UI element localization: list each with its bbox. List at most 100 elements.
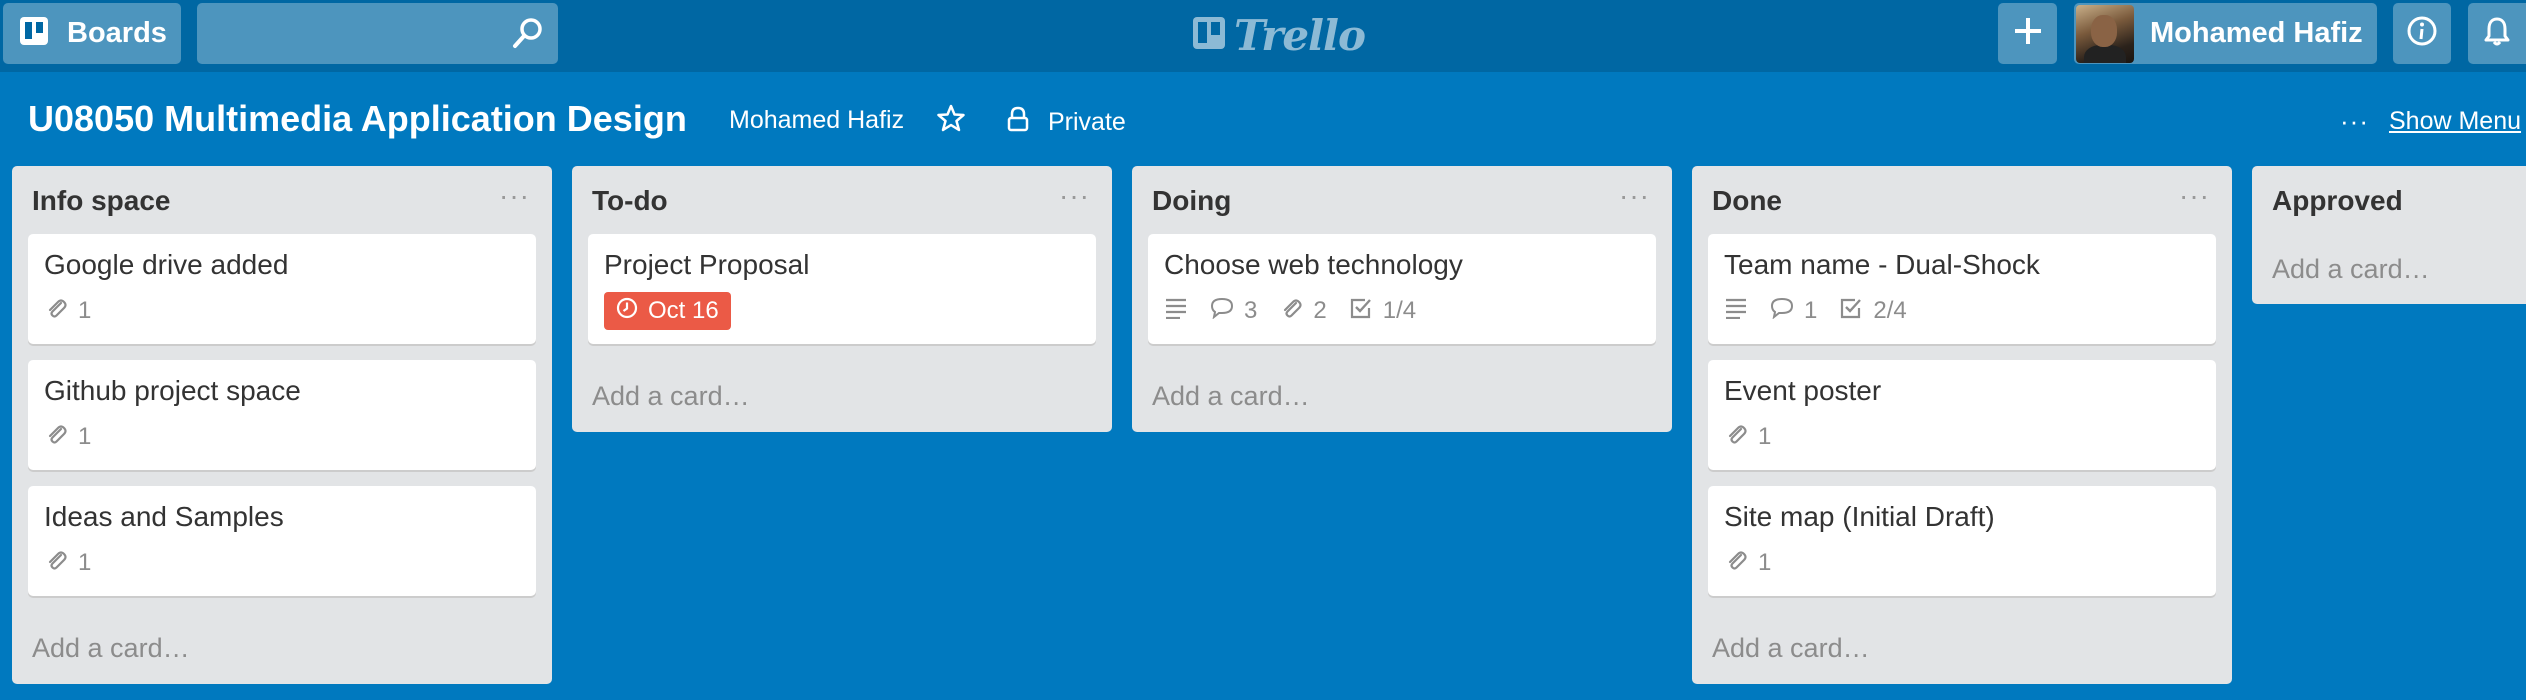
card[interactable]: Project Proposal Oct 16 — [588, 234, 1096, 344]
add-button[interactable] — [1998, 3, 2057, 64]
checkbox-icon — [1349, 296, 1373, 327]
list-header: Approved — [2252, 166, 2526, 234]
comment-icon — [1770, 297, 1794, 326]
list-menu-icon[interactable]: ··· — [2179, 180, 2210, 212]
board-owner[interactable]: Mohamed Hafiz — [729, 106, 904, 135]
card-badges: 1 — [1724, 546, 2200, 580]
attachment-count: 2 — [1313, 297, 1327, 324]
card-badges: 1 — [1724, 420, 2200, 454]
description-icon — [1724, 297, 1748, 326]
attachment-badge: 1 — [1724, 548, 1771, 579]
due-date: Oct 16 — [648, 297, 719, 324]
info-icon — [2406, 15, 2438, 52]
list-menu-icon[interactable]: ··· — [1059, 180, 1090, 212]
info-button[interactable] — [2393, 3, 2451, 64]
card-badges: 1 — [44, 294, 520, 328]
card[interactable]: Github project space 1 — [28, 360, 536, 470]
card-badges: 1 2/4 — [1724, 294, 2200, 328]
boards-icon — [19, 16, 49, 51]
list-title[interactable]: Doing — [1152, 185, 1231, 217]
attachment-badge: 1 — [44, 296, 91, 327]
paperclip-icon — [1724, 422, 1748, 453]
checklist-count: 1/4 — [1382, 297, 1417, 324]
paperclip-icon — [1724, 548, 1748, 579]
show-menu-button[interactable]: ··· Show Menu — [2340, 106, 2521, 137]
plus-icon — [2013, 16, 2043, 51]
add-card-button[interactable]: Add a card… — [12, 612, 552, 684]
card[interactable]: Event poster 1 — [1708, 360, 2216, 470]
more-icon: ··· — [2340, 106, 2369, 136]
member-menu-button[interactable]: Mohamed Hafiz — [2074, 3, 2377, 64]
member-name: Mohamed Hafiz — [2150, 17, 2363, 49]
list-title[interactable]: Info space — [32, 185, 170, 217]
attachment-badge: 1 — [44, 422, 91, 453]
due-date-badge: Oct 16 — [604, 292, 731, 330]
card-badges: 1 — [44, 546, 520, 580]
visibility-label: Private — [1048, 108, 1126, 136]
card-title: Google drive added — [44, 249, 289, 280]
add-card-button[interactable]: Add a card… — [2252, 234, 2526, 304]
comments-badge: 3 — [1210, 297, 1257, 326]
board-title[interactable]: U08050 Multimedia Application Design — [28, 98, 687, 140]
comments-badge: 1 — [1770, 297, 1817, 326]
checklist-badge: 1/4 — [1349, 296, 1416, 327]
trello-logo-text: Trello — [1234, 10, 1366, 60]
list-info-space: Info space ··· Google drive added 1 Gith… — [12, 166, 552, 684]
comment-count: 3 — [1244, 297, 1258, 324]
top-header: Boards Trello Mohamed Hafiz — [0, 0, 2526, 72]
boards-label: Boards — [67, 17, 167, 49]
boards-button[interactable]: Boards — [3, 3, 181, 64]
paperclip-icon — [44, 296, 68, 327]
comment-icon — [1210, 297, 1234, 326]
show-menu-label: Show Menu — [2388, 107, 2522, 135]
clock-icon — [616, 297, 638, 326]
star-icon — [937, 104, 965, 139]
trello-logo[interactable]: Trello — [1192, 10, 1366, 60]
attachment-count: 1 — [78, 549, 92, 576]
list-header: Info space ··· — [12, 166, 552, 234]
list-title[interactable]: Approved — [2272, 185, 2403, 217]
list-header: To-do ··· — [572, 166, 1112, 234]
description-icon — [1164, 297, 1188, 326]
card[interactable]: Choose web technology 3 2 1/4 — [1148, 234, 1656, 344]
card[interactable]: Site map (Initial Draft) 1 — [1708, 486, 2216, 596]
add-card-button[interactable]: Add a card… — [1692, 612, 2232, 684]
list-title[interactable]: To-do — [592, 185, 668, 217]
list-to-do: To-do ··· Project Proposal Oct 16 Add a … — [572, 166, 1112, 432]
list-title[interactable]: Done — [1712, 185, 1782, 217]
bell-icon — [2481, 15, 2513, 52]
list-menu-icon[interactable]: ··· — [499, 180, 530, 212]
checkbox-icon — [1839, 296, 1863, 327]
card-title: Github project space — [44, 375, 301, 406]
card[interactable]: Google drive added 1 — [28, 234, 536, 344]
checklist-count: 2/4 — [1873, 297, 1907, 324]
card[interactable]: Team name - Dual-Shock 1 2/4 — [1708, 234, 2216, 344]
card-title: Choose web technology — [1164, 249, 1463, 280]
add-card-button[interactable]: Add a card… — [572, 360, 1112, 432]
attachment-count: 1 — [1758, 549, 1772, 576]
search-box[interactable] — [197, 3, 558, 64]
list-approved: Approved Add a card… — [2252, 166, 2526, 304]
attachment-count: 1 — [78, 297, 92, 324]
add-card-button[interactable]: Add a card… — [1132, 360, 1672, 432]
visibility-button[interactable]: Private — [1006, 106, 1126, 139]
search-icon[interactable] — [512, 17, 544, 54]
attachment-count: 1 — [78, 423, 92, 450]
card-title: Project Proposal — [604, 249, 810, 280]
list-done: Done ··· Team name - Dual-Shock 1 2/4 Ev… — [1692, 166, 2232, 684]
attachment-badge: 2 — [1279, 296, 1327, 327]
paperclip-icon — [44, 422, 68, 453]
notifications-button[interactable] — [2468, 3, 2526, 64]
card-title: Site map (Initial Draft) — [1724, 501, 1995, 532]
paperclip-icon — [44, 548, 68, 579]
search-input[interactable] — [197, 3, 487, 64]
star-button[interactable] — [937, 104, 965, 139]
avatar — [2076, 4, 2134, 63]
card[interactable]: Ideas and Samples 1 — [28, 486, 536, 596]
list-menu-icon[interactable]: ··· — [1619, 180, 1650, 212]
list-doing: Doing ··· Choose web technology 3 2 1/4 … — [1132, 166, 1672, 432]
list-header: Doing ··· — [1132, 166, 1672, 234]
list-header: Done ··· — [1692, 166, 2232, 234]
description-badge — [1724, 297, 1748, 326]
description-badge — [1164, 297, 1188, 326]
